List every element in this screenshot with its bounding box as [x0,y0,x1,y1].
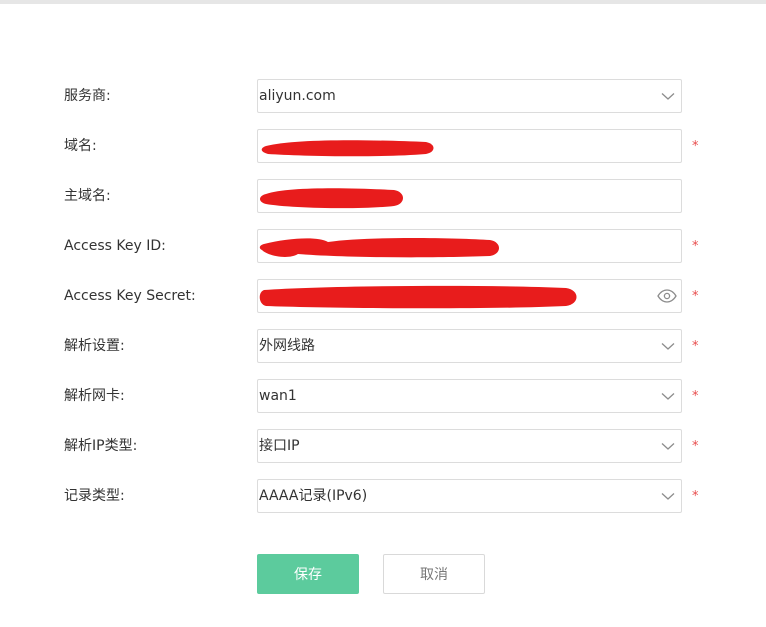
resolve-nic-value: wan1 [259,388,297,404]
domain-input[interactable] [258,130,681,162]
provider-label: 服务商: [64,88,111,104]
resolve-ip-type-value: 接口IP [259,438,300,454]
access-key-secret-label: Access Key Secret: [64,288,196,304]
chevron-down-icon [661,493,675,500]
provider-select[interactable]: aliyun.com [257,79,682,113]
save-button[interactable]: 保存 [257,554,359,594]
required-mark: * [692,139,699,154]
access-key-id-input-box[interactable] [257,229,682,263]
eye-icon[interactable] [657,288,677,304]
required-mark: * [692,389,699,404]
resolve-setting-row: 解析设置: 外网线路 * [0,329,766,363]
required-mark: * [692,289,699,304]
main-domain-row: 主域名: [0,179,766,213]
access-key-secret-row: Access Key Secret: * [0,279,766,313]
ddns-settings-form: 服务商: aliyun.com 域名: * 主域名: Access Key ID… [0,0,766,627]
access-key-secret-input-box[interactable] [257,279,682,313]
main-domain-label: 主域名: [64,188,111,204]
main-domain-input[interactable] [258,180,681,212]
provider-value: aliyun.com [259,88,336,104]
chevron-down-icon [661,93,675,100]
access-key-id-label: Access Key ID: [64,238,166,254]
access-key-id-input[interactable] [258,230,681,262]
resolve-ip-type-row: 解析IP类型: 接口IP * [0,429,766,463]
required-mark: * [692,339,699,354]
required-mark: * [692,439,699,454]
resolve-ip-type-select[interactable]: 接口IP [257,429,682,463]
required-mark: * [692,239,699,254]
record-type-value: AAAA记录(IPv6) [259,488,368,504]
main-domain-input-box[interactable] [257,179,682,213]
resolve-nic-row: 解析网卡: wan1 * [0,379,766,413]
access-key-secret-input[interactable] [258,280,681,312]
access-key-id-row: Access Key ID: * [0,229,766,263]
resolve-ip-type-label: 解析IP类型: [64,438,138,454]
cancel-button[interactable]: 取消 [383,554,485,594]
resolve-nic-label: 解析网卡: [64,388,125,404]
required-mark: * [692,489,699,504]
provider-row: 服务商: aliyun.com [0,79,766,113]
chevron-down-icon [661,343,675,350]
resolve-setting-label: 解析设置: [64,338,125,354]
record-type-row: 记录类型: AAAA记录(IPv6) * [0,479,766,513]
record-type-label: 记录类型: [64,488,125,504]
domain-input-box[interactable] [257,129,682,163]
chevron-down-icon [661,443,675,450]
resolve-nic-select[interactable]: wan1 [257,379,682,413]
domain-row: 域名: * [0,129,766,163]
resolve-setting-value: 外网线路 [259,338,315,354]
chevron-down-icon [661,393,675,400]
resolve-setting-select[interactable]: 外网线路 [257,329,682,363]
domain-label: 域名: [64,138,97,154]
record-type-select[interactable]: AAAA记录(IPv6) [257,479,682,513]
